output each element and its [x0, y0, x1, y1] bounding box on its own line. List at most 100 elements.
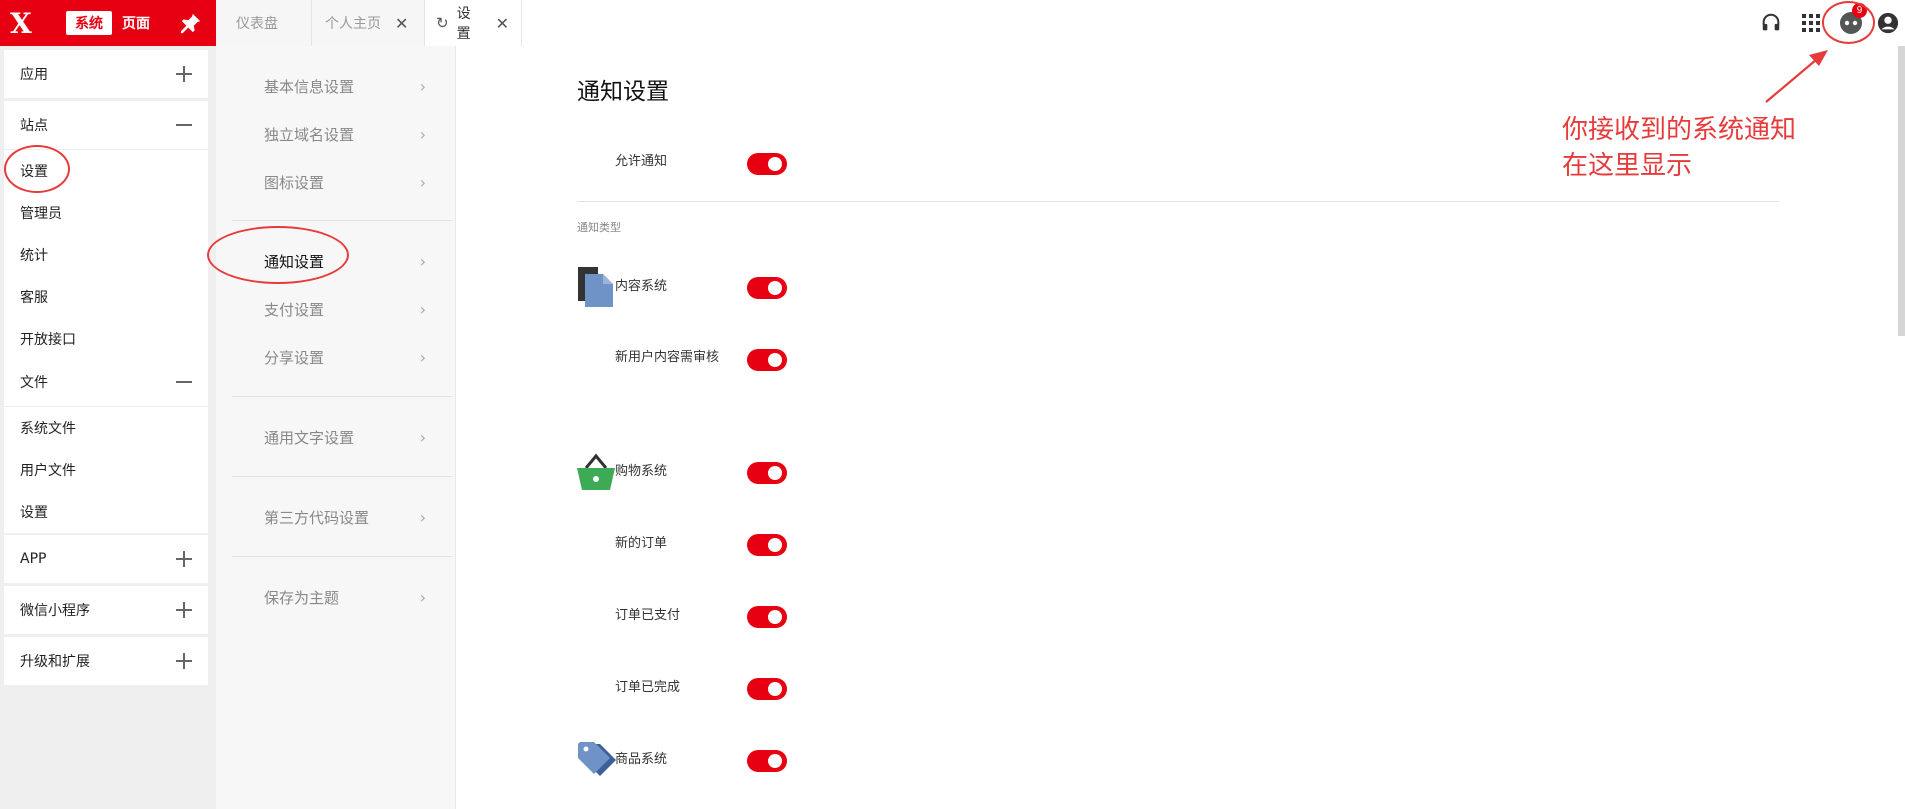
scrollbar-thumb[interactable] [1898, 46, 1905, 336]
submenu-item-payment[interactable]: 支付设置 › [232, 294, 432, 324]
grid-icon [1802, 14, 1820, 32]
tab-label: 设置 [456, 6, 471, 42]
sidebar-item-stats[interactable]: 统计 [4, 234, 208, 276]
submenu-item-label: 独立域名设置 [264, 125, 355, 144]
new-user-review-toggle[interactable] [747, 349, 787, 371]
section-caption: 通知类型 [577, 221, 621, 234]
notify-row: 新用户内容需审核 [615, 338, 719, 378]
row-label: 购物系统 [615, 464, 668, 479]
top-toolbar: 9 [1751, 0, 1905, 46]
notify-row: 购物系统 [615, 452, 745, 492]
row-label: 新用户内容需审核 [615, 350, 720, 365]
sidebar-group-header[interactable]: 应用 [4, 50, 208, 98]
close-icon[interactable]: ✕ [496, 14, 509, 33]
notify-row: 内容系统 [615, 267, 745, 307]
sidebar-group-title: APP [20, 551, 47, 567]
sidebar-item-file-settings[interactable]: 设置 [4, 491, 208, 533]
collapse-minus-icon[interactable] [176, 374, 192, 390]
notify-row: 商品系统 [615, 740, 745, 780]
chevron-right-icon: › [419, 124, 426, 144]
app-logo[interactable]: X [10, 7, 46, 40]
mode-system-button[interactable]: 系统 [66, 11, 112, 35]
submenu-item-label: 分享设置 [264, 348, 325, 367]
sidebar-group-upgrade: 升级和扩展 [4, 637, 208, 685]
sidebar-item-user-files[interactable]: 用户文件 [4, 449, 208, 491]
tab-settings[interactable]: ↻ 设置 ✕ [425, 0, 522, 46]
sidebar-group-title: 站点 [20, 118, 48, 134]
chevron-right-icon: › [419, 172, 426, 192]
sidebar-item-settings[interactable]: 设置 [4, 150, 208, 192]
sidebar-group-header[interactable]: 微信小程序 [4, 586, 208, 634]
sidebar-item-admins[interactable]: 管理员 [4, 192, 208, 234]
submenu-item-general-text[interactable]: 通用文字设置 › [232, 422, 432, 452]
shopping-system-toggle[interactable] [747, 462, 787, 484]
sidebar-group-items: 系统文件 用户文件 设置 [4, 406, 208, 533]
tab-profile[interactable]: 个人主页 ✕ [312, 0, 425, 46]
row-label: 允许通知 [615, 154, 668, 169]
price-tag-icon [578, 742, 616, 776]
tab-dashboard[interactable]: 仪表盘 [216, 0, 312, 46]
order-paid-toggle[interactable] [747, 606, 787, 628]
sidebar-item-open-api[interactable]: 开放接口 [4, 318, 208, 360]
row-label: 订单已支付 [615, 608, 681, 623]
expand-plus-icon[interactable] [176, 653, 192, 669]
section-divider [577, 201, 1779, 202]
submenu-item-domain[interactable]: 独立域名设置 › [232, 119, 432, 149]
sidebar-group-header[interactable]: 升级和扩展 [4, 637, 208, 685]
sidebar-group-wechat: 微信小程序 [4, 586, 208, 634]
expand-plus-icon[interactable] [176, 66, 192, 82]
user-avatar-icon [1877, 12, 1899, 34]
pin-icon[interactable] [180, 12, 202, 34]
user-menu-button[interactable] [1871, 0, 1905, 46]
chevron-right-icon: › [419, 76, 426, 96]
sidebar-item-system-files[interactable]: 系统文件 [4, 407, 208, 449]
notify-row: 订单已支付 [615, 596, 745, 636]
sidebar-group-header[interactable]: 站点 [4, 101, 208, 149]
notifications-button[interactable]: 9 [1831, 0, 1871, 46]
submenu-item-label: 第三方代码设置 [264, 508, 370, 527]
submenu-divider [232, 220, 452, 221]
close-icon[interactable]: ✕ [395, 14, 408, 33]
sidebar-group-files: 文件 系统文件 用户文件 设置 [4, 358, 208, 533]
content-system-toggle[interactable] [747, 277, 787, 299]
expand-plus-icon[interactable] [176, 602, 192, 618]
chevron-right-icon: › [419, 251, 426, 271]
submenu-item-third-party-code[interactable]: 第三方代码设置 › [232, 502, 432, 532]
submenu-item-icons[interactable]: 图标设置 › [232, 167, 432, 197]
page-title: 通知设置 [577, 79, 669, 105]
submenu-item-label: 通用文字设置 [264, 428, 355, 447]
order-completed-toggle[interactable] [747, 678, 787, 700]
sidebar-item-support[interactable]: 客服 [4, 276, 208, 318]
sidebar-group-title: 升级和扩展 [20, 654, 90, 670]
submenu-item-label: 保存为主题 [264, 588, 340, 607]
submenu-item-share[interactable]: 分享设置 › [232, 342, 432, 372]
chevron-right-icon: › [419, 299, 426, 319]
submenu-item-label: 基本信息设置 [264, 77, 355, 96]
submenu-divider [232, 396, 452, 397]
sidebar-group-site: 站点 设置 管理员 统计 客服 开放接口 [4, 101, 208, 360]
settings-submenu: 基本信息设置 › 独立域名设置 › 图标设置 › 通知设置 › 支付设置 › 分享设置 › … [216, 46, 456, 809]
submenu-item-label: 支付设置 [264, 300, 325, 319]
allow-notifications-toggle[interactable] [747, 153, 787, 175]
apps-grid-button[interactable] [1791, 0, 1831, 46]
submenu-item-label: 图标设置 [264, 173, 325, 192]
refresh-icon[interactable]: ↻ [436, 14, 449, 32]
collapse-minus-icon[interactable] [176, 117, 192, 133]
tab-bar: 仪表盘 个人主页 ✕ ↻ 设置 ✕ [216, 0, 522, 46]
sidebar-group-header[interactable]: APP [4, 535, 208, 583]
submenu-item-basic-info[interactable]: 基本信息设置 › [232, 71, 432, 101]
submenu-item-save-theme[interactable]: 保存为主题 › [232, 582, 432, 612]
row-label: 内容系统 [615, 279, 668, 294]
headset-icon [1762, 13, 1780, 31]
sidebar-group-title: 应用 [20, 67, 48, 83]
brand-bar: X 系统 页面 [0, 0, 216, 46]
annotation-line: 你接收到的系统通知 [1562, 115, 1797, 145]
product-system-toggle[interactable] [747, 750, 787, 772]
sidebar-group-header[interactable]: 文件 [4, 358, 208, 406]
mode-page-button[interactable]: 页面 [112, 11, 160, 35]
submenu-item-notifications[interactable]: 通知设置 › [232, 246, 432, 276]
new-order-toggle[interactable] [747, 534, 787, 556]
expand-plus-icon[interactable] [176, 551, 192, 567]
support-button[interactable] [1751, 0, 1791, 46]
annotation-text: 你接收到的系统通知 在这里显示 [1562, 112, 1796, 184]
